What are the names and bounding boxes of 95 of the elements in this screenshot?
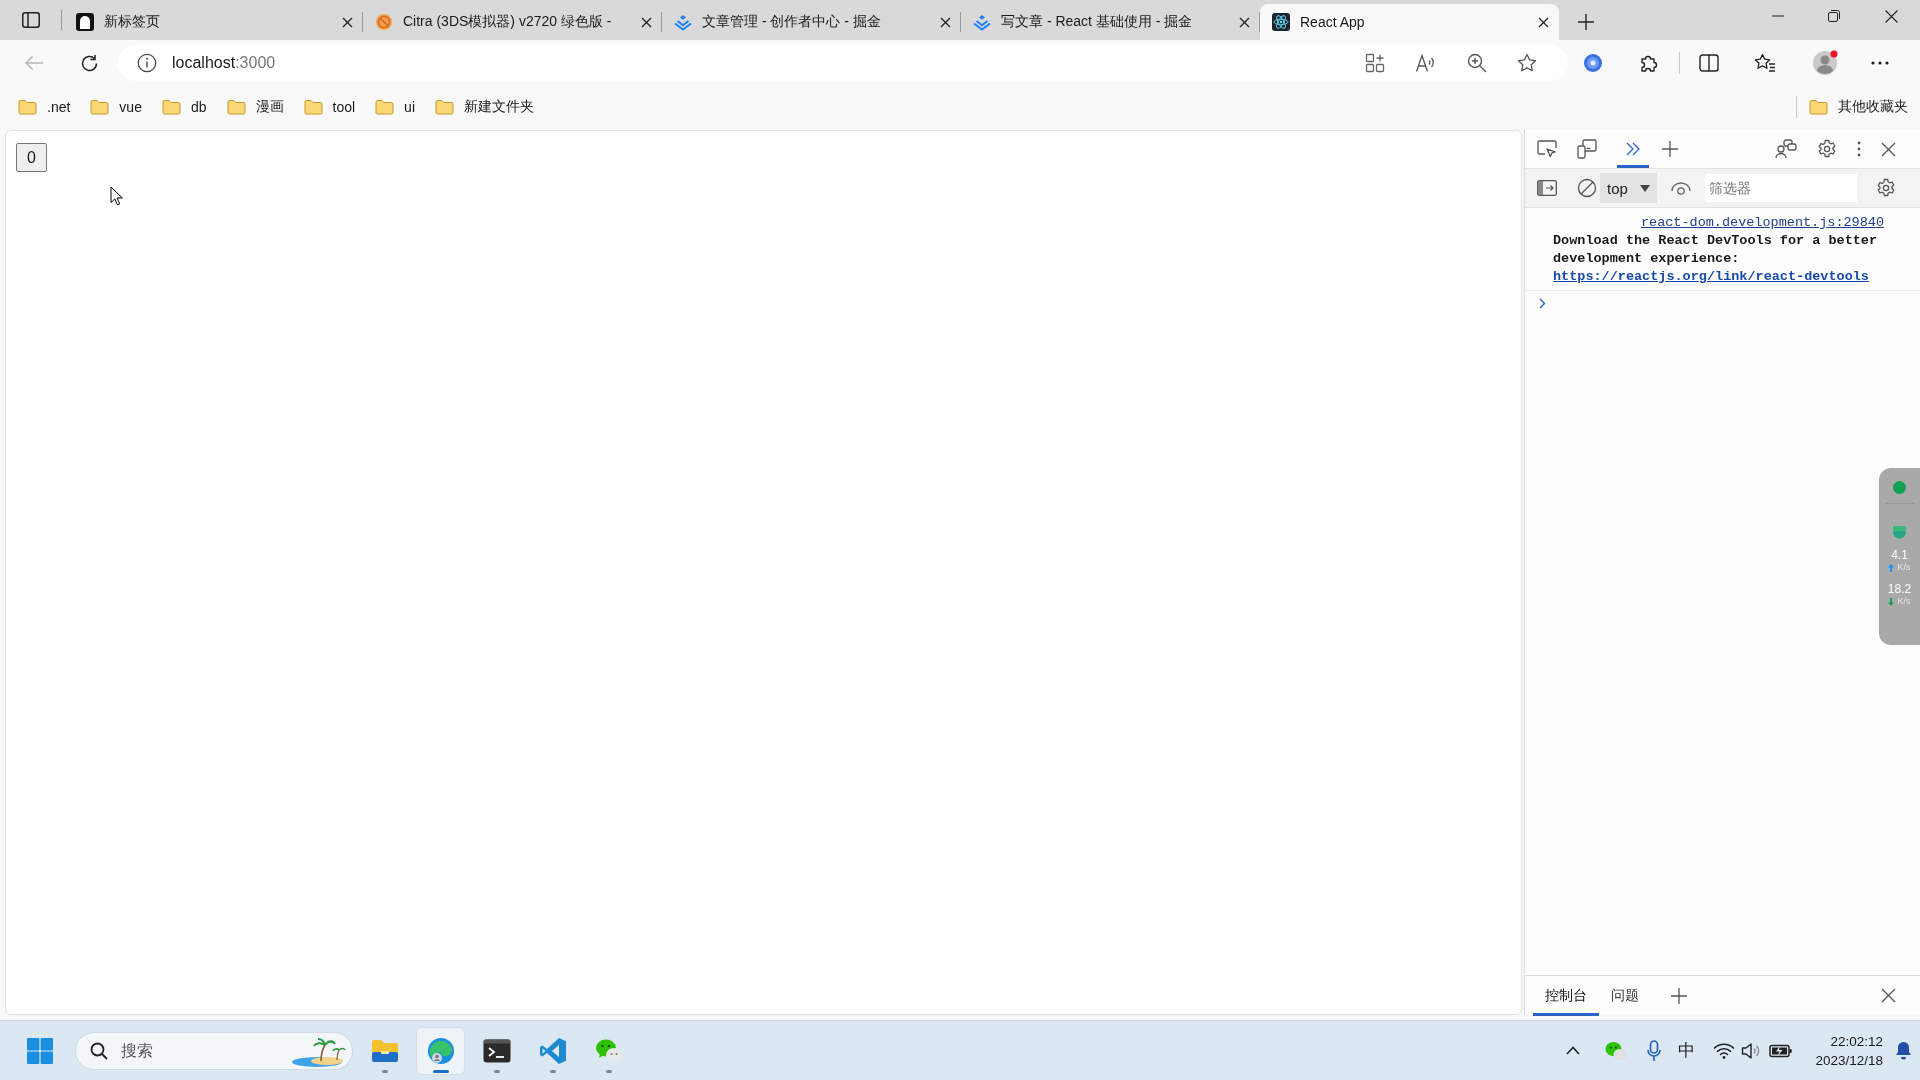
mouse-pointer-icon [110,186,123,206]
source-link[interactable]: react-dom.development.js:29840 [1640,214,1884,232]
microphone-icon[interactable] [1647,1039,1662,1062]
info-icon[interactable] [137,53,157,73]
beach-illustration [291,1036,347,1067]
read-aloud-icon[interactable] [1415,53,1437,73]
down-arrow-icon [1888,597,1895,606]
folder-icon [161,99,181,115]
plus-icon[interactable] [1662,141,1678,157]
more-icon[interactable] [1871,61,1889,65]
stacked-chevrons-icon [973,13,991,31]
double-chevron-icon [1625,142,1641,156]
upload-speed: 4.1 [1891,549,1908,562]
clock-time[interactable]: 22:02:12 [1830,1031,1883,1051]
chevron-up-icon[interactable] [1566,1046,1581,1055]
star-icon[interactable] [1517,53,1537,73]
console-message: Download the React DevTools for a better development experience: https://reactjs.org/link/react-devtools [1553,232,1879,286]
battery-icon[interactable] [1769,1043,1794,1058]
bookmark-folder[interactable]: db [153,95,215,119]
folder-icon [18,99,37,115]
more-vertical-icon[interactable] [1857,141,1861,157]
close-icon[interactable] [1881,141,1896,157]
clock-date[interactable]: 2023/12/18 [1815,1050,1883,1070]
input-method-indicator[interactable]: 中 [1678,1039,1696,1062]
avatar-icon[interactable] [1811,49,1839,77]
folder-icon [90,99,110,115]
status-dot-icon [1893,481,1906,494]
close-icon[interactable] [641,16,652,28]
console-link[interactable]: https://reactjs.org/link/react-devtools [1553,269,1869,284]
prohibited-sign-icon [375,13,393,31]
chat-bubbles-icon[interactable] [1605,1040,1628,1061]
folder-icon [435,99,454,115]
split-screen-icon[interactable] [1699,54,1719,72]
drawer-tab[interactable]: 问题 [1599,975,1651,1016]
bell-icon[interactable] [1895,1041,1912,1060]
search-icon [90,1041,108,1060]
close-icon[interactable] [1881,988,1896,1003]
device-toggle-icon[interactable] [1577,139,1597,159]
folder-icon [226,99,246,115]
arch-tile-icon [76,13,94,31]
inspect-icon[interactable] [1537,140,1557,158]
bookmark-folder[interactable]: vue [82,95,150,119]
round-badge-icon[interactable] [1583,53,1603,73]
sidebar-toggle-icon[interactable] [1537,180,1557,196]
folder-icon [370,1038,399,1063]
feedback-icon[interactable] [1775,139,1797,159]
filter-field[interactable]: 筛选器 [1704,174,1857,202]
speaker-icon[interactable] [1741,1041,1762,1060]
caret-icon [1639,184,1650,192]
counter-button[interactable]: 0 [16,143,47,172]
close-icon[interactable] [1538,16,1549,28]
plus-icon[interactable] [1578,14,1594,30]
url-text[interactable]: localhost:3000 [172,54,276,72]
bookmark-folder[interactable]: ui [367,95,423,119]
restore-icon[interactable] [1828,10,1840,22]
wifi-icon[interactable] [1713,1042,1736,1059]
terminal-icon [482,1038,511,1063]
up-arrow-icon [1888,563,1895,572]
close-icon[interactable] [342,16,353,28]
stacked-chevrons-icon [674,13,692,31]
atom-icon [1272,13,1290,31]
reload-icon[interactable] [79,53,99,73]
bookmark-folder[interactable]: tool [295,95,364,119]
clear-icon[interactable] [1577,178,1597,198]
settings-icon[interactable] [1876,178,1896,198]
taskbar-search-field[interactable]: 搜索 [75,1031,353,1070]
app-grid-icon[interactable] [1365,53,1385,73]
download-speed: 18.2 [1887,583,1912,596]
shield-icon [1893,526,1906,539]
bookmark-folder[interactable]: 其他收藏夹 [1801,94,1916,120]
bookmark-folder[interactable]: .net [10,95,79,119]
settings-icon[interactable] [1817,139,1837,159]
eye-icon[interactable] [1670,181,1691,195]
code-editor-icon [538,1036,567,1065]
close-icon[interactable] [1884,9,1898,23]
address-field[interactable]: localhost:3000 [118,45,1568,81]
close-icon[interactable] [940,16,951,28]
folder-icon [303,99,323,115]
context-dropdown[interactable]: top [1600,173,1657,203]
favorites-icon[interactable] [1754,53,1776,73]
chat-bubbles-icon [594,1037,623,1064]
close-icon[interactable] [1239,16,1250,28]
start-icon[interactable] [27,1037,53,1064]
drawer-tab[interactable]: 控制台 [1533,975,1599,1016]
folder-icon [375,99,395,115]
browser-icon [426,1036,455,1065]
browser-tab[interactable]: React App [1260,4,1559,40]
zoom-in-icon[interactable] [1467,53,1487,73]
plus-icon[interactable] [1671,987,1687,1004]
bookmark-folder[interactable]: 漫画 [218,94,292,120]
bookmark-folder[interactable]: 新建文件夹 [427,94,542,120]
puzzle-icon[interactable] [1639,53,1659,73]
folder-icon [1809,99,1828,115]
prompt-chevron-icon [1539,297,1546,309]
tab-actions-icon[interactable] [21,12,40,28]
